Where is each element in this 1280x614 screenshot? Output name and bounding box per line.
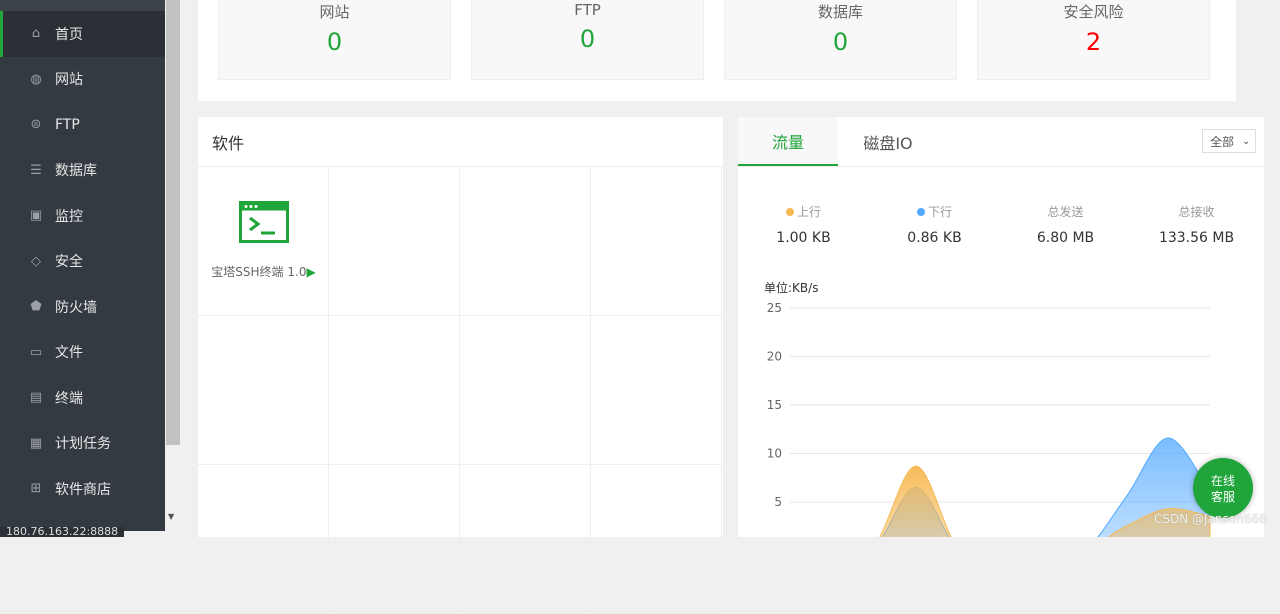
folder-icon: ▭: [29, 344, 43, 360]
software-grid-cell: [329, 167, 460, 316]
sidebar-item-5[interactable]: ◇ 安全: [0, 239, 165, 285]
software-item[interactable]: 宝塔SSH终端 1.0▶: [198, 167, 329, 316]
software-grid-cell: [198, 316, 329, 465]
y-tick-label: 10: [767, 447, 782, 461]
stat-tile[interactable]: 网站 0: [218, 0, 451, 80]
traffic-chart: 25 20 15 10 5: [767, 301, 1211, 537]
sidebar-item-0[interactable]: ⌂ 首页: [0, 11, 165, 57]
software-name: 宝塔SSH终端 1.0: [211, 265, 307, 279]
scroll-down-icon[interactable]: ▼: [168, 512, 174, 521]
ftp-icon: ⊜: [30, 117, 42, 133]
software-grid-cell: [591, 465, 722, 614]
sidebar-scrollbar[interactable]: ▼: [165, 0, 181, 531]
traffic-card: 流量 磁盘IO 全部 ⌄ 上行 1.00 KB 下行 0.86 KB 总发送 6.80 MB…: [738, 117, 1264, 537]
sidebar-item-label: 首页: [55, 26, 83, 43]
software-grid-cell: [460, 167, 591, 316]
sidebar-item-label: 数据库: [55, 163, 97, 180]
sidebar-item-label: 文件: [55, 345, 83, 362]
stat-label: 网站: [319, 3, 350, 21]
online-support-button[interactable]: 在线 客服: [1193, 458, 1253, 518]
stat-value: 0: [579, 25, 596, 53]
server-address: 180.76.163.22:8888: [0, 527, 124, 537]
sidebar-item-label: 防火墙: [55, 299, 97, 316]
sidebar-item-4[interactable]: ▣ 监控: [0, 193, 165, 239]
sidebar-item-label: 网站: [55, 72, 83, 89]
play-icon[interactable]: ▶: [306, 265, 315, 279]
software-grid-cell: [591, 167, 722, 316]
firewall-icon: ⬟: [30, 299, 42, 315]
calendar-icon: ▦: [29, 435, 43, 451]
stat-label: 数据库: [817, 3, 863, 21]
software-grid-cell: [460, 316, 591, 465]
stat-tile[interactable]: FTP 0: [471, 0, 704, 80]
y-tick-label: 25: [767, 301, 782, 315]
monitor-icon: ▣: [29, 208, 43, 224]
software-grid-cell: [329, 316, 460, 465]
sidebar-item-label: FTP: [55, 116, 80, 133]
shield-check-icon: ◇: [31, 253, 41, 269]
sidebar-item-label: 监控: [55, 208, 83, 225]
sidebar-item-1[interactable]: ◍ 网站: [0, 57, 165, 103]
software-grid-cell: [591, 316, 722, 465]
sidebar-item-label: 软件商店: [55, 481, 111, 498]
terminal-icon: [238, 201, 289, 243]
stat-value: 0: [326, 28, 343, 56]
software-grid-cell: [460, 465, 591, 614]
stat-label: FTP: [574, 1, 601, 19]
stats-card: 网站 0 FTP 0 数据库 0 安全风险 2: [198, 0, 1236, 101]
sidebar-item-2[interactable]: ⊜ FTP: [0, 102, 165, 148]
sidebar-item-label: 计划任务: [55, 436, 111, 453]
stat-label: 安全风险: [1063, 3, 1124, 21]
sidebar-item-label: 安全: [55, 254, 83, 271]
y-tick-label: 15: [767, 398, 782, 412]
sidebar: ⌂ 首页 ◍ 网站 ⊜ FTP ☰ 数据库 ▣ 监控 ◇ 安全 ⬟ 防火墙 ▭ 文件 ▤ 终端 ▦ 计划任务 ⊞ 软件商店…: [0, 0, 165, 537]
stat-tile[interactable]: 安全风险 2: [977, 0, 1210, 80]
terminal-icon: ▤: [29, 390, 43, 406]
software-grid-cell: [329, 465, 460, 614]
stat-value: 0: [832, 28, 849, 56]
software-grid-cell: [198, 465, 329, 614]
sidebar-item-6[interactable]: ⬟ 防火墙: [0, 284, 165, 330]
sidebar-item-10[interactable]: ⊞ 软件商店: [0, 466, 165, 512]
sidebar-item-8[interactable]: ▤ 终端: [0, 375, 165, 421]
apps-icon: ⊞: [30, 481, 42, 497]
globe-icon: ◍: [30, 71, 42, 87]
stat-value: 2: [1085, 28, 1102, 56]
y-tick-label: 5: [774, 495, 782, 509]
y-tick-label: 20: [767, 350, 782, 364]
watermark: CSDN @Janson666: [1154, 512, 1267, 526]
software-title: 软件: [198, 117, 723, 167]
sidebar-item-7[interactable]: ▭ 文件: [0, 330, 165, 376]
stat-tile[interactable]: 数据库 0: [724, 0, 957, 80]
database-icon: ☰: [30, 162, 42, 178]
sidebar-item-9[interactable]: ▦ 计划任务: [0, 421, 165, 467]
home-icon: ⌂: [31, 26, 41, 42]
software-card: 软件 宝塔SSH终端 1.0▶: [198, 117, 723, 614]
sidebar-item-3[interactable]: ☰ 数据库: [0, 148, 165, 194]
sidebar-item-label: 终端: [55, 390, 83, 407]
